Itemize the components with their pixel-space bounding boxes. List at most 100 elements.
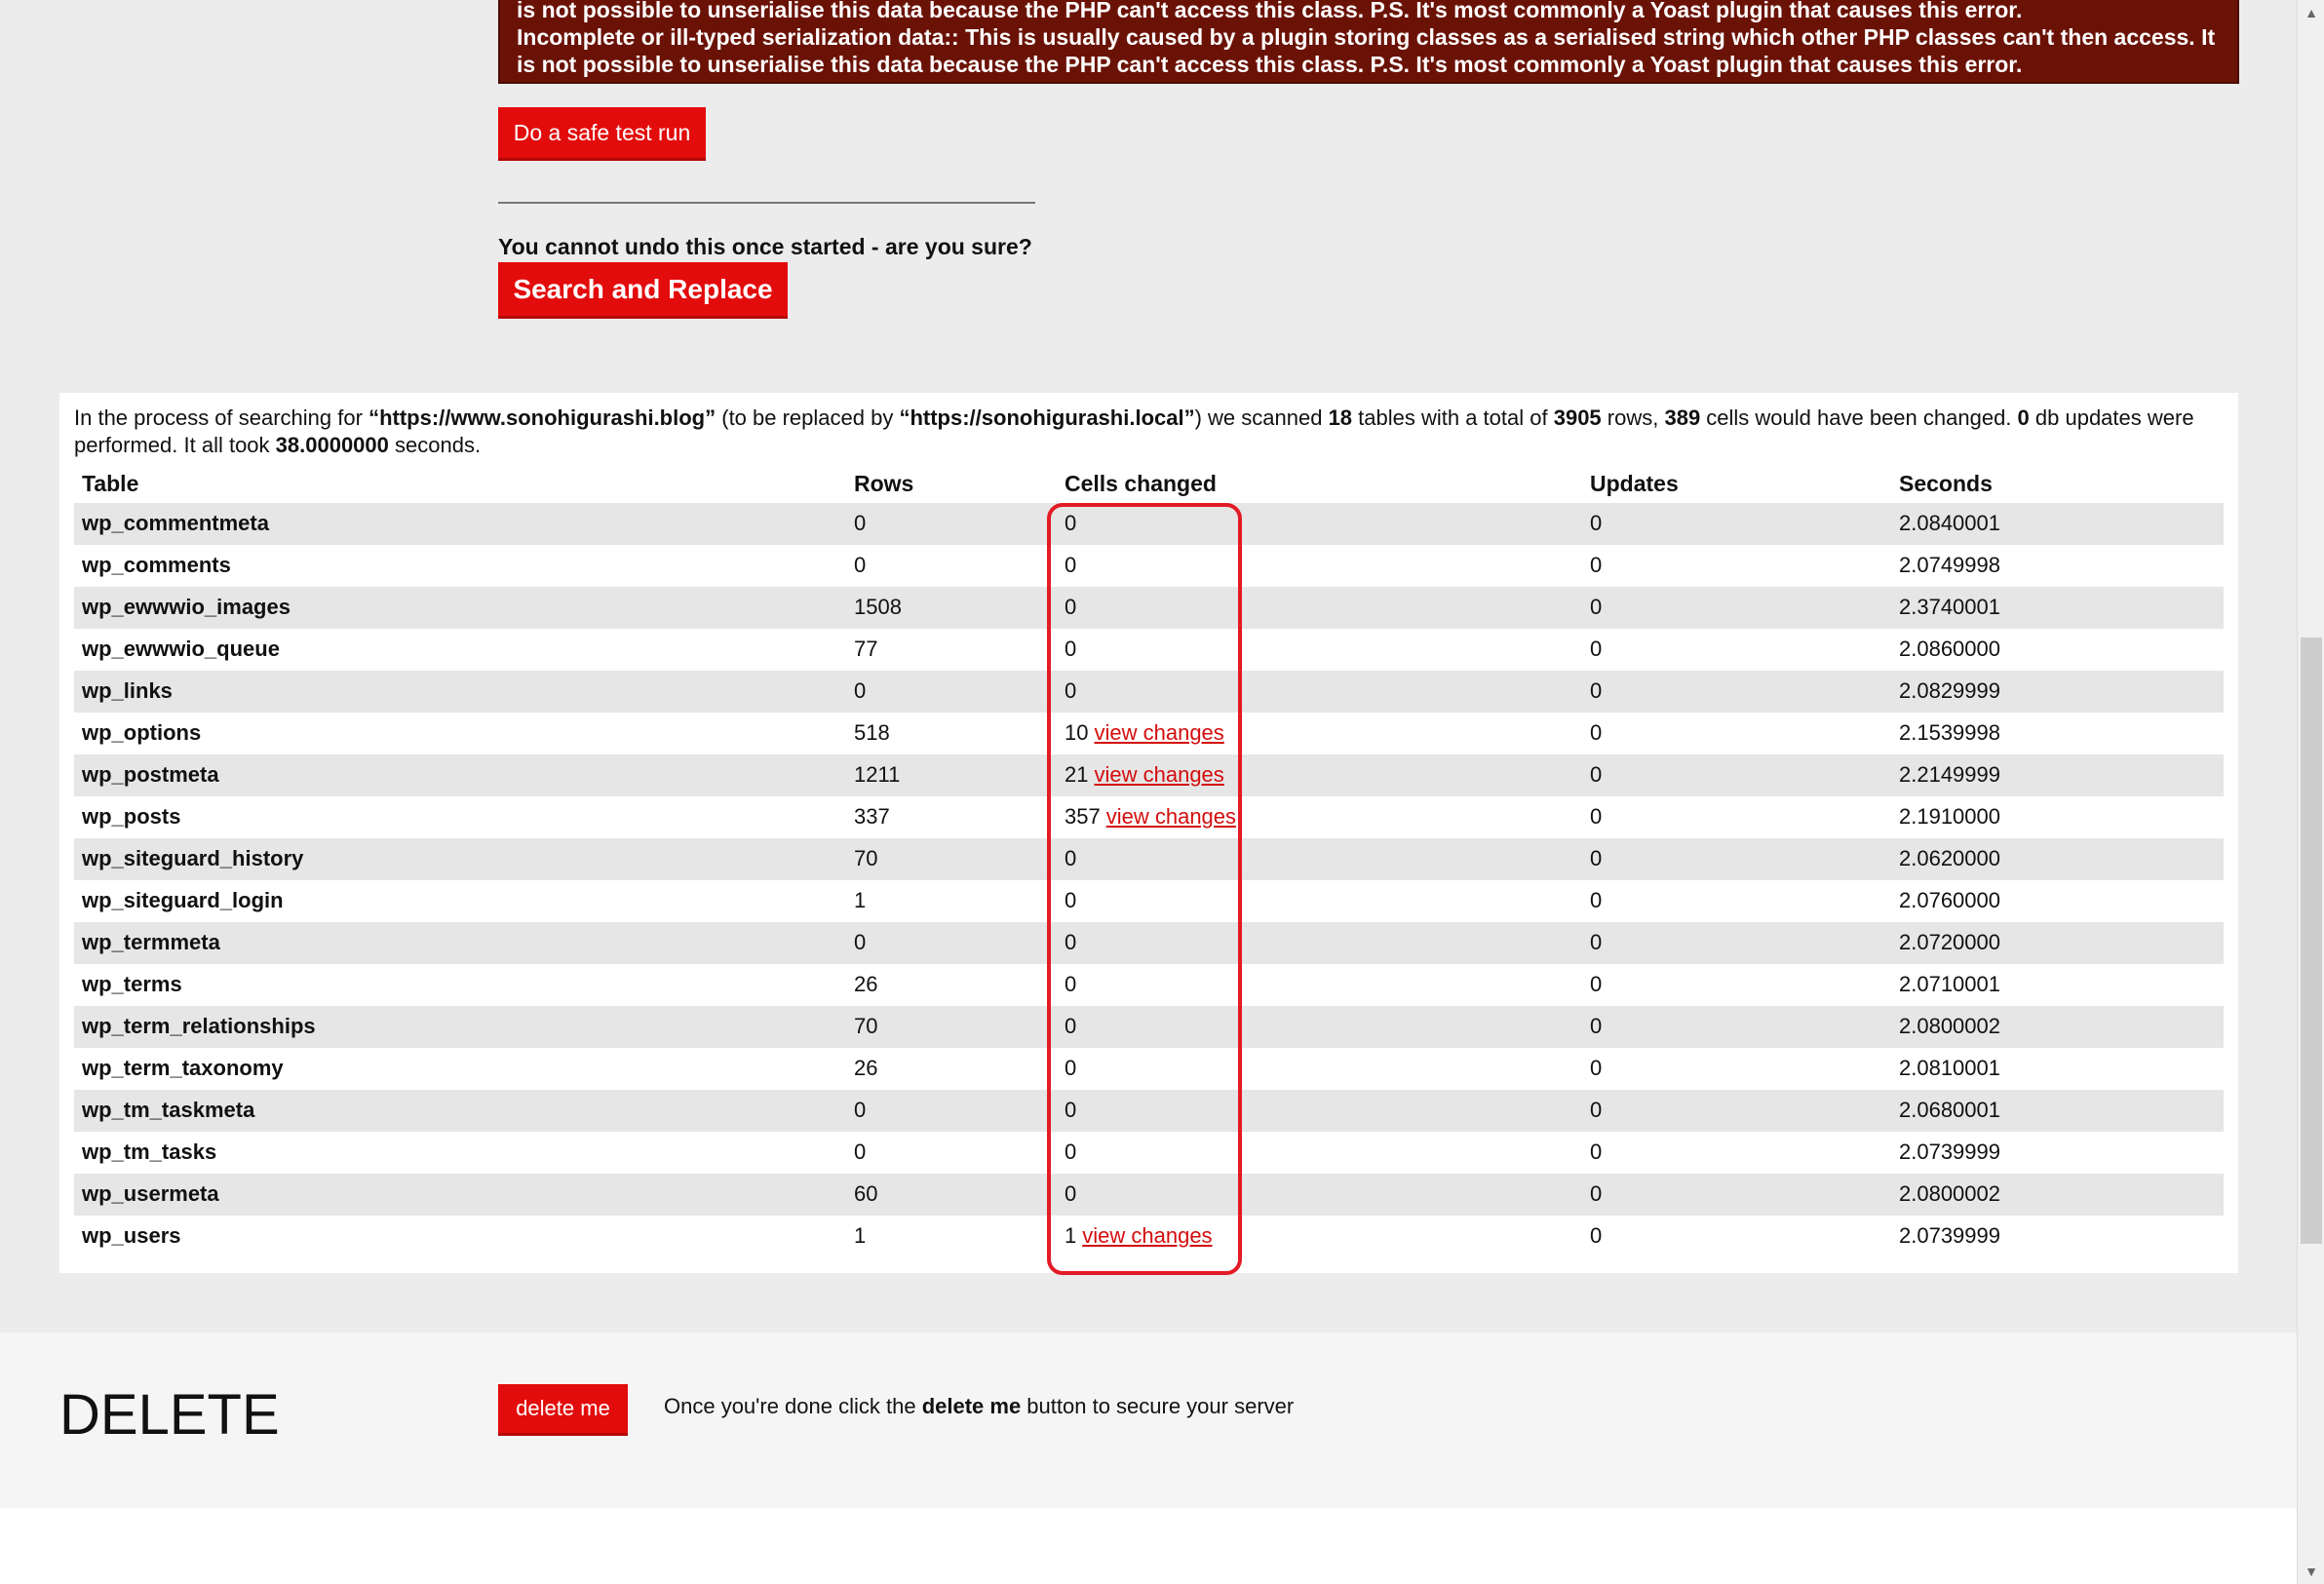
summary-text: ) we scanned	[1194, 406, 1329, 430]
updates-cell: 0	[1590, 1223, 1603, 1248]
confirm-warning: You cannot undo this once started - are …	[498, 234, 1032, 259]
delete-text-part: button to secure your server	[1021, 1394, 1295, 1418]
cells-changed-cell: 0	[1065, 930, 1077, 954]
search-term: “https://www.sonohigurashi.blog”	[368, 406, 717, 430]
view-changes-link[interactable]: view changes	[1094, 762, 1223, 787]
safe-test-run-button[interactable]: Do a safe test run	[498, 107, 706, 158]
view-changes-link[interactable]: view changes	[1106, 804, 1236, 829]
table-header: Table Rows Cells changed Updates Seconds	[59, 467, 2238, 506]
tables-count: 18	[1328, 406, 1353, 430]
rows-cell: 70	[854, 1014, 878, 1038]
seconds-cell: 2.0620000	[1899, 846, 2000, 870]
delete-section	[0, 1333, 2297, 1508]
delete-me-button[interactable]: delete me	[498, 1384, 628, 1433]
summary-text: In the process of searching for	[74, 406, 369, 430]
header-seconds: Seconds	[1899, 471, 1993, 496]
header-rows: Rows	[854, 471, 914, 496]
cells-changed-value: 1	[1065, 1223, 1077, 1248]
table-name-cell: wp_tm_taskmeta	[82, 1098, 255, 1122]
delete-text-bold: delete me	[921, 1394, 1022, 1418]
cells-changed-cell: 357 view changes	[1065, 804, 1236, 830]
summary-text: seconds.	[388, 433, 482, 457]
updates-cell: 0	[1590, 846, 1603, 870]
table-row: wp_tm_tasks 0 0 0 2.0739999	[74, 1132, 2224, 1174]
delete-text-part: Once you're done click the	[664, 1394, 922, 1418]
scroll-thumb[interactable]	[2301, 637, 2322, 1244]
vertical-scrollbar[interactable]: ▲ ▼	[2297, 0, 2324, 1584]
seconds-cell: 2.1539998	[1899, 720, 2000, 745]
seconds-cell: 2.3740001	[1899, 595, 2000, 619]
updates-cell: 0	[1590, 1181, 1603, 1206]
seconds-cell: 2.0840001	[1899, 511, 2000, 535]
delete-title: DELETE	[59, 1383, 280, 1447]
cells-count: 389	[1664, 406, 1701, 430]
page-footer-area	[0, 1508, 2297, 1584]
updates-cell: 0	[1590, 637, 1603, 661]
results-panel: In the process of searching for “https:/…	[59, 393, 2238, 1273]
table-name-cell: wp_comments	[82, 553, 231, 577]
rows-cell: 26	[854, 972, 878, 996]
table-name-cell: wp_term_taxonomy	[82, 1056, 284, 1080]
rows-cell: 70	[854, 846, 878, 870]
cells-changed-cell: 0	[1065, 637, 1077, 661]
table-row: wp_ewwwio_queue 77 0 0 2.0860000	[74, 629, 2224, 671]
view-changes-link[interactable]: view changes	[1082, 1223, 1212, 1248]
rows-cell: 0	[854, 553, 867, 577]
cells-changed-cell: 0	[1065, 595, 1077, 619]
rows-cell: 1	[854, 1223, 867, 1248]
summary-text: cells would have been changed.	[1700, 406, 2018, 430]
cells-changed-cell: 0	[1065, 846, 1077, 870]
rows-cell: 0	[854, 1140, 867, 1164]
table-name-cell: wp_tm_tasks	[82, 1140, 217, 1164]
cells-changed-cell: 0	[1065, 972, 1077, 996]
updates-cell: 0	[1590, 720, 1603, 745]
updates-cell: 0	[1590, 888, 1603, 912]
table-name-cell: wp_usermeta	[82, 1181, 219, 1206]
divider	[498, 202, 1035, 204]
cells-changed-cell: 0	[1065, 1140, 1077, 1164]
table-name-cell: wp_terms	[82, 972, 182, 996]
table-row: wp_usermeta 60 0 0 2.0800002	[74, 1174, 2224, 1216]
seconds-cell: 2.0720000	[1899, 930, 2000, 954]
table-row: wp_options 518 10 view changes 0 2.1539998	[74, 713, 2224, 754]
seconds-cell: 2.0680001	[1899, 1098, 2000, 1122]
table-name-cell: wp_users	[82, 1223, 181, 1248]
updates-count: 0	[2017, 406, 2030, 430]
cells-changed-cell: 1 view changes	[1065, 1223, 1213, 1249]
rows-cell: 26	[854, 1056, 878, 1080]
table-name-cell: wp_links	[82, 678, 173, 703]
table-row: wp_termmeta 0 0 0 2.0720000	[74, 922, 2224, 964]
error-message-box: is not possible to unserialise this data…	[498, 0, 2239, 84]
cells-changed-cell: 0	[1065, 888, 1077, 912]
rows-cell: 1508	[854, 595, 902, 619]
scroll-up-arrow-icon[interactable]: ▲	[2298, 0, 2324, 25]
seconds-cell: 2.0710001	[1899, 972, 2000, 996]
view-changes-link[interactable]: view changes	[1094, 720, 1223, 745]
seconds-cell: 2.0800002	[1899, 1181, 2000, 1206]
table-name-cell: wp_ewwwio_images	[82, 595, 290, 619]
seconds-cell: 2.0749998	[1899, 553, 2000, 577]
updates-cell: 0	[1590, 678, 1603, 703]
search-and-replace-button[interactable]: Search and Replace	[498, 262, 788, 316]
scroll-down-arrow-icon[interactable]: ▼	[2298, 1559, 2324, 1584]
table-name-cell: wp_siteguard_login	[82, 888, 284, 912]
table-name-cell: wp_posts	[82, 804, 181, 829]
rows-cell: 337	[854, 804, 890, 829]
table-name-cell: wp_options	[82, 720, 202, 745]
seconds-cell: 2.0800002	[1899, 1014, 2000, 1038]
rows-count: 3905	[1553, 406, 1602, 430]
rows-cell: 0	[854, 930, 867, 954]
updates-cell: 0	[1590, 1098, 1603, 1122]
cells-changed-value: 357	[1065, 804, 1101, 829]
updates-cell: 0	[1590, 511, 1603, 535]
results-summary: In the process of searching for “https:/…	[74, 405, 2224, 459]
header-updates: Updates	[1590, 471, 1679, 496]
seconds-cell: 2.0810001	[1899, 1056, 2000, 1080]
updates-cell: 0	[1590, 972, 1603, 996]
updates-cell: 0	[1590, 595, 1603, 619]
updates-cell: 0	[1590, 1056, 1603, 1080]
table-row: wp_term_relationships 70 0 0 2.0800002	[74, 1006, 2224, 1048]
table-row: wp_links 0 0 0 2.0829999	[74, 671, 2224, 713]
updates-cell: 0	[1590, 762, 1603, 787]
rows-cell: 0	[854, 511, 867, 535]
